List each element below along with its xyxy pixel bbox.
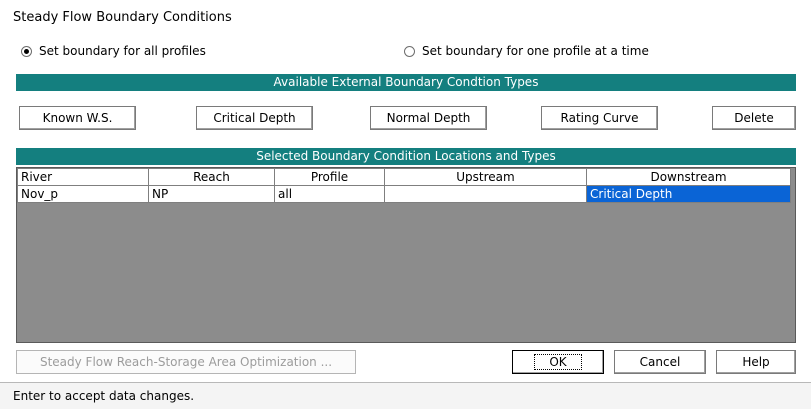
- table-row[interactable]: Nov_p NP all Critical Depth: [17, 185, 791, 203]
- cell-river[interactable]: Nov_p: [17, 185, 149, 203]
- radio-unselected-icon[interactable]: [404, 45, 415, 57]
- status-bar: Enter to accept data changes.: [0, 382, 811, 409]
- boundary-conditions-table[interactable]: River Reach Profile Upstream Downstream …: [16, 167, 796, 343]
- table-header-row: River Reach Profile Upstream Downstream: [17, 168, 791, 186]
- window-title: Steady Flow Boundary Conditions: [13, 10, 232, 25]
- cell-profile[interactable]: all: [274, 185, 385, 203]
- selected-locations-header: Selected Boundary Condition Locations an…: [16, 148, 796, 165]
- radio-selected-icon[interactable]: [21, 45, 32, 57]
- known-ws-button[interactable]: Known W.S.: [19, 106, 136, 130]
- cell-downstream[interactable]: Critical Depth: [586, 185, 791, 203]
- status-text: Enter to accept data changes.: [13, 389, 195, 403]
- help-button[interactable]: Help: [716, 350, 796, 374]
- radio-all-profiles[interactable]: Set boundary for all profiles: [21, 44, 206, 58]
- normal-depth-button[interactable]: Normal Depth: [370, 106, 487, 130]
- cancel-button[interactable]: Cancel: [614, 350, 706, 374]
- column-header-upstream[interactable]: Upstream: [384, 168, 587, 186]
- radio-all-profiles-label: Set boundary for all profiles: [39, 44, 206, 58]
- radio-one-profile[interactable]: Set boundary for one profile at a time: [404, 44, 649, 58]
- reach-storage-optimization-button[interactable]: Steady Flow Reach-Storage Area Optimizat…: [16, 350, 356, 374]
- radio-one-profile-label: Set boundary for one profile at a time: [422, 44, 649, 58]
- ok-button[interactable]: OK: [512, 350, 604, 374]
- column-header-profile[interactable]: Profile: [274, 168, 385, 186]
- delete-button[interactable]: Delete: [712, 106, 796, 130]
- column-header-reach[interactable]: Reach: [148, 168, 275, 186]
- cell-reach[interactable]: NP: [148, 185, 275, 203]
- rating-curve-button[interactable]: Rating Curve: [541, 106, 658, 130]
- column-header-downstream[interactable]: Downstream: [586, 168, 791, 186]
- critical-depth-button[interactable]: Critical Depth: [196, 106, 313, 130]
- cell-upstream[interactable]: [384, 185, 587, 203]
- column-header-river[interactable]: River: [17, 168, 149, 186]
- ok-button-label: OK: [534, 354, 582, 370]
- available-types-header: Available External Boundary Condtion Typ…: [16, 74, 796, 91]
